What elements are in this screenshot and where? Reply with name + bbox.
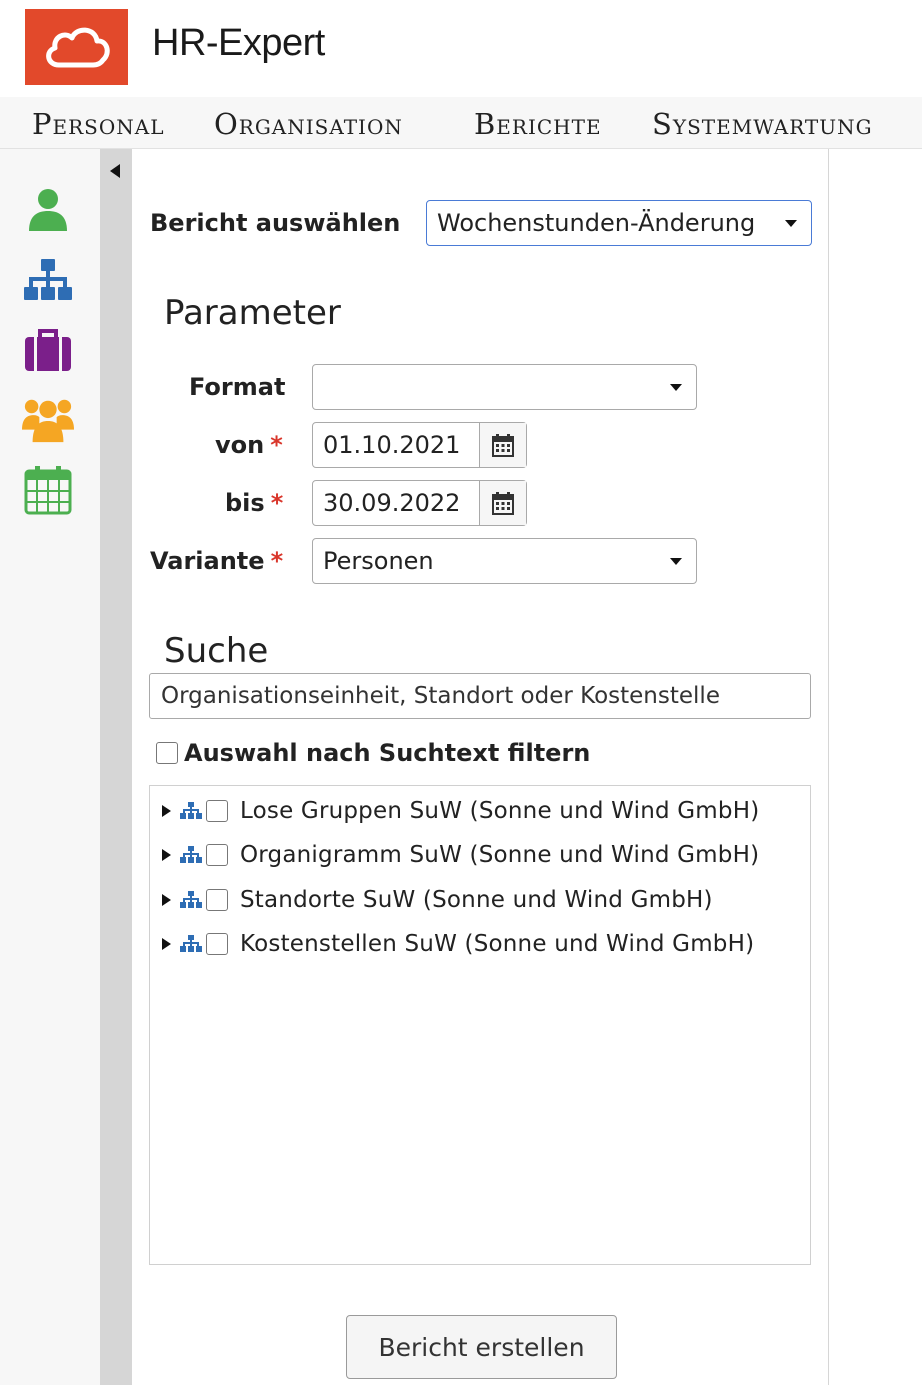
chevron-down-icon — [785, 220, 797, 227]
bis-date-input[interactable] — [313, 481, 479, 525]
briefcase-icon[interactable] — [22, 325, 74, 375]
menu-berichte[interactable]: Berichte — [474, 107, 602, 141]
org-chart-icon[interactable] — [22, 255, 74, 305]
calendar-picker-icon[interactable] — [479, 423, 526, 467]
main-menu: Personal Organisation Berichte Systemwar… — [0, 97, 922, 149]
report-select[interactable]: Wochenstunden-Änderung — [426, 200, 812, 246]
create-report-button[interactable]: Bericht erstellen — [346, 1315, 617, 1379]
menu-personal[interactable]: Personal — [32, 107, 165, 141]
tree-item[interactable]: Lose Gruppen SuW (Sonne und Wind GmbH) — [162, 794, 759, 828]
tree-item[interactable]: Standorte SuW (Sonne und Wind GmbH) — [162, 883, 713, 917]
calendar-picker-icon[interactable] — [479, 481, 526, 525]
expand-arrow-icon[interactable] — [162, 938, 171, 950]
org-chart-icon — [180, 935, 202, 952]
tree-item-checkbox[interactable] — [206, 800, 228, 822]
von-date-field — [312, 422, 527, 468]
org-chart-icon — [180, 802, 202, 819]
required-marker: * — [270, 489, 284, 517]
expand-arrow-icon[interactable] — [162, 894, 171, 906]
bis-date-field — [312, 480, 527, 526]
tree-item-label: Lose Gruppen SuW (Sonne und Wind GmbH) — [240, 798, 760, 824]
report-select-label: Bericht auswählen — [150, 209, 401, 237]
tree-item[interactable]: Organigramm SuW (Sonne und Wind GmbH) — [162, 838, 759, 872]
chevron-down-icon — [670, 558, 682, 565]
tree-item[interactable]: Kostenstellen SuW (Sonne und Wind GmbH) — [162, 927, 754, 961]
group-icon[interactable] — [22, 395, 74, 445]
cloud-icon — [45, 27, 110, 68]
filter-label: Auswahl nach Suchtext filtern — [184, 739, 591, 767]
sidebar-collapse-strip — [100, 149, 132, 1385]
menu-organisation[interactable]: Organisation — [214, 107, 403, 141]
required-marker: * — [270, 547, 284, 575]
variante-select[interactable]: Personen — [312, 538, 697, 584]
tree-item-label: Organigramm SuW (Sonne und Wind GmbH) — [240, 842, 760, 868]
tree-item-checkbox[interactable] — [206, 933, 228, 955]
search-heading: Suche — [164, 631, 269, 671]
bis-label: bis * — [225, 489, 284, 517]
filter-option: Auswahl nach Suchtext filtern — [156, 739, 590, 767]
collapse-arrow-icon[interactable] — [108, 161, 124, 179]
app-title: HR-Expert — [152, 22, 325, 64]
format-select[interactable] — [312, 364, 697, 410]
variante-label: Variante * — [150, 547, 284, 575]
variante-select-value: Personen — [323, 547, 434, 575]
org-chart-icon — [180, 891, 202, 908]
report-form-panel: Bericht auswählen Wochenstunden-Änderung… — [132, 149, 829, 1385]
tree-item-label: Kostenstellen SuW (Sonne und Wind GmbH) — [240, 931, 755, 957]
tree-item-checkbox[interactable] — [206, 889, 228, 911]
filter-checkbox[interactable] — [156, 742, 178, 764]
parameter-heading: Parameter — [164, 293, 341, 333]
expand-arrow-icon[interactable] — [162, 805, 171, 817]
report-select-value: Wochenstunden-Änderung — [437, 209, 756, 237]
menu-systemwartung[interactable]: Systemwartung — [652, 107, 873, 141]
app-logo[interactable] — [25, 9, 128, 85]
tree-item-label: Standorte SuW (Sonne und Wind GmbH) — [240, 887, 713, 913]
org-tree: Lose Gruppen SuW (Sonne und Wind GmbH) O… — [149, 785, 811, 1265]
chevron-down-icon — [670, 384, 682, 391]
org-chart-icon — [180, 846, 202, 863]
von-date-input[interactable] — [313, 423, 479, 467]
search-input[interactable] — [149, 673, 811, 719]
required-marker: * — [270, 431, 283, 459]
tree-item-checkbox[interactable] — [206, 844, 228, 866]
person-icon[interactable] — [22, 185, 74, 235]
format-label: Format — [189, 373, 286, 401]
icon-sidebar — [0, 149, 100, 1385]
calendar-icon[interactable] — [22, 465, 74, 515]
von-label: von * — [215, 431, 283, 459]
expand-arrow-icon[interactable] — [162, 849, 171, 861]
